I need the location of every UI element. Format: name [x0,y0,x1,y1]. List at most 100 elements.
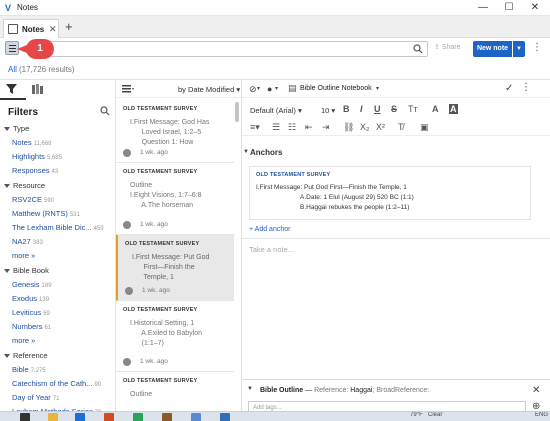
filter-category[interactable]: Type [0,122,115,136]
filter-item[interactable]: Numbers 61 [0,320,115,334]
close-tab-icon[interactable]: ✕ [49,24,57,35]
filter-item[interactable]: Responses 43 [0,164,115,178]
toolbar: ⇪ Share New note ▼ ⋮ [0,38,550,60]
collapse-triangle-icon[interactable]: ▼ [243,149,249,155]
sort-dropdown[interactable]: by Date Modified ▾ [178,85,240,94]
user-icon[interactable]: ● [267,84,272,94]
note-info-text: Bible Outline — Reference: Haggai; Broad… [260,387,429,394]
filter-item[interactable]: Catechism of the Cath... 90 [0,377,115,391]
add-anchor-link[interactable]: + Add anchor [249,226,290,233]
font-family-dropdown[interactable]: Default (Arial) ▾ [250,106,302,115]
filter-item[interactable]: Genesis 189 [0,278,115,292]
note-card[interactable]: OLD TESTAMENT SURVEY Outline [116,372,234,412]
filter-item[interactable]: Day of Year 71 [0,391,115,405]
filter-item[interactable]: RSV2CE 590 [0,193,115,207]
anchor-card[interactable]: OLD TESTAMENT SURVEY I.First Message: Pu… [249,166,531,220]
bulleted-list-icon[interactable]: ☰ [272,122,280,133]
more-options-icon[interactable]: ⋮ [532,42,542,53]
underline-icon[interactable]: U [374,104,381,114]
indent-icon[interactable]: ⇥ [322,122,330,133]
filter-item-count: 11,668 [33,141,52,147]
align-icon[interactable]: ≡▾ [250,122,260,133]
note-card[interactable]: OLD TESTAMENT SURVEY I.First Message: God… [116,100,234,163]
new-note-button[interactable]: New note [473,41,512,57]
filter-more-link[interactable]: more » [0,334,115,348]
collapse-triangle-icon[interactable]: ▼ [247,386,253,392]
maximize-button[interactable]: ☐ [496,1,522,15]
all-filter-link[interactable]: All [8,65,17,74]
chevron-down-icon[interactable]: ▾ [376,85,379,92]
note-card-time: 1 wk. ago [140,221,168,228]
language-indicator[interactable]: ENG [535,412,548,418]
office-icon[interactable] [104,413,114,421]
add-tab-button[interactable]: + [65,19,73,34]
subscript-icon[interactable]: X₂ [360,122,370,132]
search-input[interactable] [41,42,401,56]
taskbar-app-icon[interactable] [20,413,30,421]
filter-item[interactable]: Exodus 139 [0,292,115,306]
close-window-button[interactable]: ✕ [522,1,548,15]
taskbar-app-icon[interactable] [220,413,230,421]
notebook-name[interactable]: Bible Outline Notebook [300,85,372,92]
note-info-bar: ▼ Bible Outline — Reference: Haggai; Bro… [242,379,550,401]
filter-item-label: Numbers [12,322,43,332]
filter-item[interactable]: Leviticus 69 [0,306,115,320]
numbered-list-icon[interactable]: ☷ [288,122,296,133]
filter-item[interactable]: Notes 11,668 [0,136,115,150]
outdent-icon[interactable]: ⇤ [305,122,313,133]
checkmark-icon[interactable]: ✓ [505,83,513,94]
chevron-down-icon[interactable]: ▾ [275,85,278,92]
notes-icon [8,24,18,34]
chrome-icon[interactable] [133,413,143,421]
filter-icon[interactable] [6,84,17,94]
close-icon[interactable]: ✕ [532,385,540,396]
text-size-icon[interactable]: Tт [408,104,418,114]
clear-format-icon[interactable]: T̸ [398,122,404,132]
filter-category-label: Resource [13,180,46,190]
taskbar-app-icon[interactable] [191,413,201,421]
strikethrough-icon[interactable]: S [391,104,397,114]
collapse-triangle-icon [4,127,10,132]
chevron-down-icon[interactable]: ▼ [513,41,525,57]
taskbar-app-icon[interactable] [162,413,172,421]
filter-more-link[interactable]: more » [0,249,115,263]
filter-item[interactable]: Highlights 5,685 [0,150,115,164]
taskbar-app-icon[interactable] [75,413,85,421]
filters-header-icons [0,80,115,98]
window-title-bar: V Notes — ☐ ✕ [0,0,550,16]
scrollbar-thumb[interactable] [235,102,239,122]
share-button[interactable]: ⇪ Share [434,43,461,51]
search-field[interactable] [40,41,428,57]
font-color-icon[interactable]: A [432,104,439,114]
books-icon[interactable] [32,84,44,94]
filter-item[interactable]: The Lexham Bible Dic... 459 [0,221,115,235]
notes-list-header: by Date Modified ▾ [116,80,241,98]
bold-icon[interactable]: B [343,104,350,114]
note-card[interactable]: OLD TESTAMENT SURVEY Outline I.Eight Visi… [116,163,234,235]
chevron-down-icon[interactable]: ▾ [257,85,260,92]
filter-item[interactable]: NA27 383 [0,235,115,249]
search-icon[interactable] [413,44,423,54]
insert-image-icon[interactable]: ▣ [420,122,429,133]
file-explorer-icon[interactable] [48,413,58,421]
filter-search-icon[interactable] [100,106,110,116]
hamburger-icon-line [9,51,16,52]
filter-category[interactable]: Bible Book [0,264,115,278]
note-card[interactable]: OLD TESTAMENT SURVEY I.Historical Setting… [116,301,234,372]
filter-item[interactable]: Matthew (RNTS) 531 [0,207,115,221]
minimize-button[interactable]: — [470,1,496,15]
note-card[interactable]: OLD TESTAMENT SURVEY I.First Message: Put… [116,235,234,301]
list-view-icon[interactable] [122,85,134,93]
italic-icon[interactable]: I [360,104,363,114]
note-body-input[interactable]: Take a note... [249,245,294,254]
filter-category[interactable]: Reference [0,349,115,363]
superscript-icon[interactable]: X² [376,122,385,132]
font-size-dropdown[interactable]: 10 ▾ [321,106,335,115]
filter-item[interactable]: Bible 7,275 [0,363,115,377]
filter-category[interactable]: Resource [0,179,115,193]
highlight-color-icon[interactable]: A [449,104,458,114]
clear-icon[interactable]: ⊘ [249,84,257,95]
more-options-icon[interactable]: ⋮ [521,82,531,93]
tab-notes[interactable]: Notes ✕ [3,19,59,38]
link-icon[interactable]: ⛓ [343,122,354,133]
